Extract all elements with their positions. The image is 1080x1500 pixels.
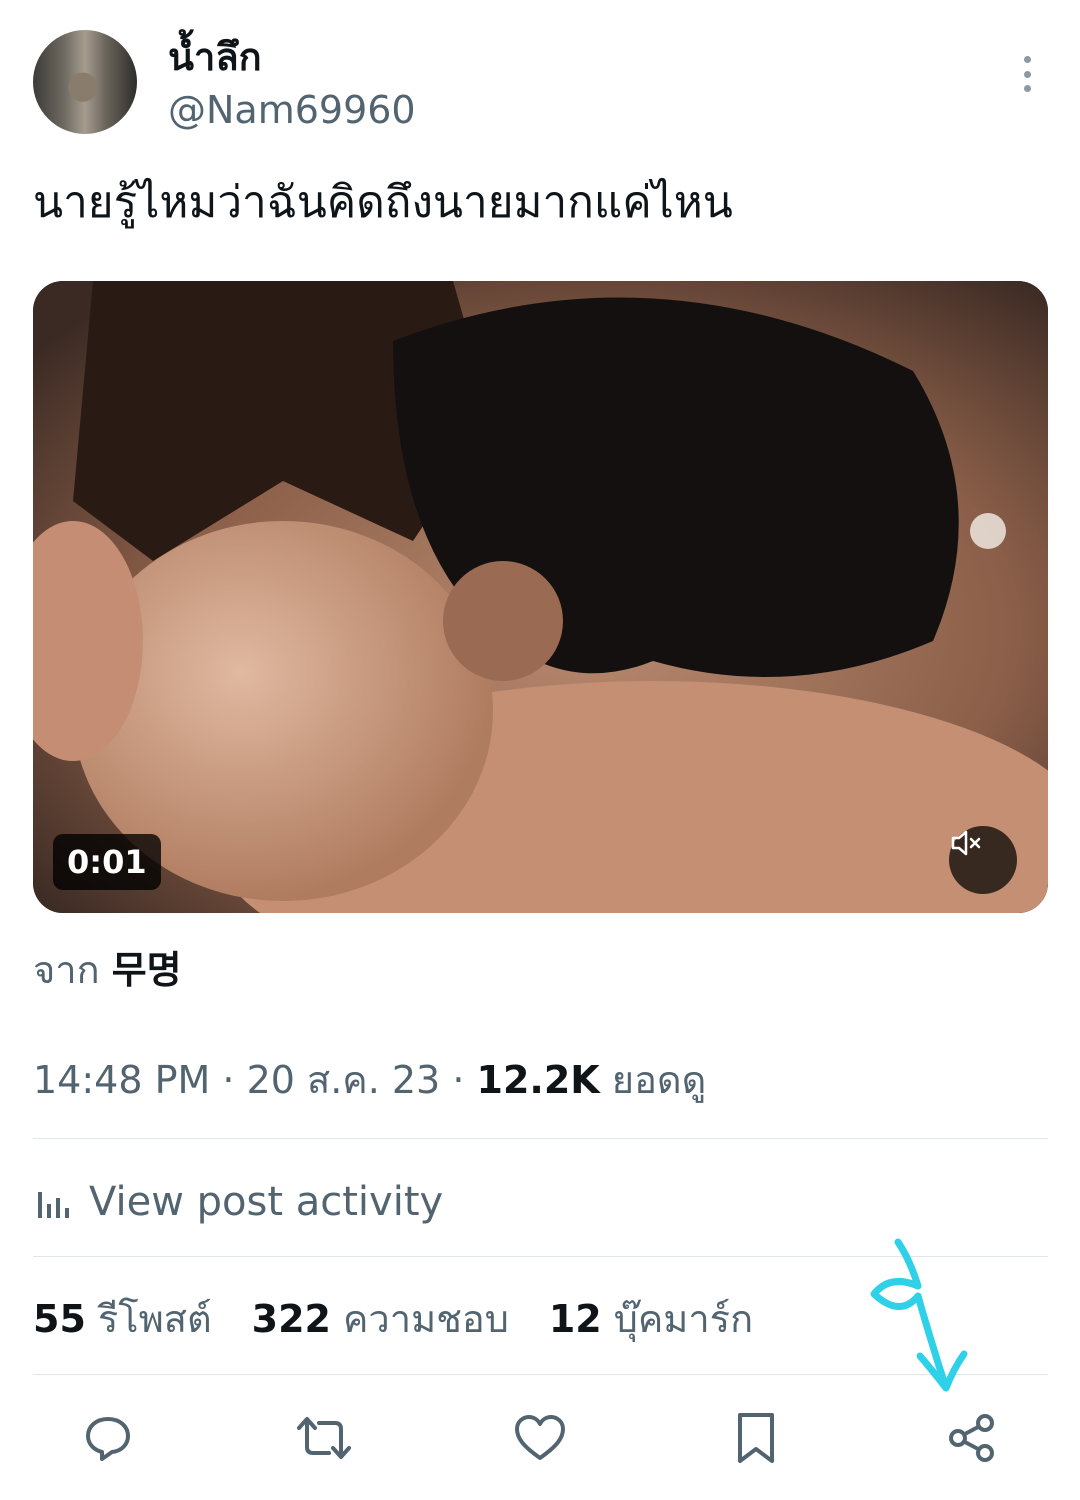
video-duration: 0:01 bbox=[53, 834, 161, 890]
post-date[interactable]: 20 ส.ค. 23 bbox=[247, 1058, 441, 1102]
bookmarks-count: 12 bbox=[548, 1297, 602, 1341]
heart-icon[interactable] bbox=[500, 1398, 580, 1478]
volume-muted-icon[interactable] bbox=[949, 826, 1017, 894]
reposts-label: รีโพสต์ bbox=[97, 1297, 212, 1341]
display-name[interactable]: น้ำลึก bbox=[168, 30, 262, 84]
video-frame bbox=[33, 281, 1048, 913]
bar-chart-icon bbox=[38, 1192, 69, 1218]
action-bar bbox=[0, 1398, 1080, 1478]
post-meta: 14:48 PM · 20 ส.ค. 23 · 12.2K ยอดดู bbox=[33, 1052, 706, 1108]
views-label: ยอดดู bbox=[611, 1058, 707, 1102]
media-source: จาก 무명 bbox=[33, 942, 182, 998]
bookmarks-label: บุ๊คมาร์ก bbox=[613, 1297, 754, 1341]
likes-count: 322 bbox=[251, 1297, 331, 1341]
post-time[interactable]: 14:48 PM bbox=[33, 1058, 210, 1102]
post-text: นายรู้ไหมว่าฉันคิดถึงนายมากแค่ไหน bbox=[33, 177, 733, 228]
avatar[interactable] bbox=[33, 30, 137, 134]
views-count: 12.2K bbox=[476, 1058, 600, 1102]
source-name[interactable]: 무명 bbox=[112, 948, 182, 992]
video-player[interactable]: 0:01 bbox=[33, 281, 1048, 913]
reposts-count: 55 bbox=[33, 1297, 86, 1341]
meta-separator: · bbox=[222, 1058, 235, 1102]
view-post-activity-link[interactable]: View post activity bbox=[33, 1172, 443, 1232]
likes-stat[interactable]: 322 ความชอบ bbox=[252, 1290, 509, 1348]
likes-label: ความชอบ bbox=[342, 1297, 509, 1341]
user-handle[interactable]: @Nam69960 bbox=[168, 84, 416, 136]
meta-separator: · bbox=[452, 1058, 465, 1102]
share-icon[interactable] bbox=[932, 1398, 1012, 1478]
more-vertical-icon[interactable] bbox=[1012, 56, 1042, 92]
source-label: จาก bbox=[33, 948, 100, 992]
reply-icon[interactable] bbox=[68, 1398, 148, 1478]
bookmarks-stat[interactable]: 12 บุ๊คมาร์ก bbox=[549, 1290, 753, 1348]
divider bbox=[33, 1138, 1048, 1139]
annotation-arrow bbox=[870, 1238, 968, 1392]
repost-icon[interactable] bbox=[284, 1398, 364, 1478]
activity-label: View post activity bbox=[89, 1179, 444, 1225]
post-stats: 55 รีโพสต์ 322 ความชอบ 12 บุ๊คมาร์ก bbox=[33, 1290, 753, 1348]
bookmark-icon[interactable] bbox=[716, 1398, 796, 1478]
reposts-stat[interactable]: 55 รีโพสต์ bbox=[33, 1290, 212, 1348]
